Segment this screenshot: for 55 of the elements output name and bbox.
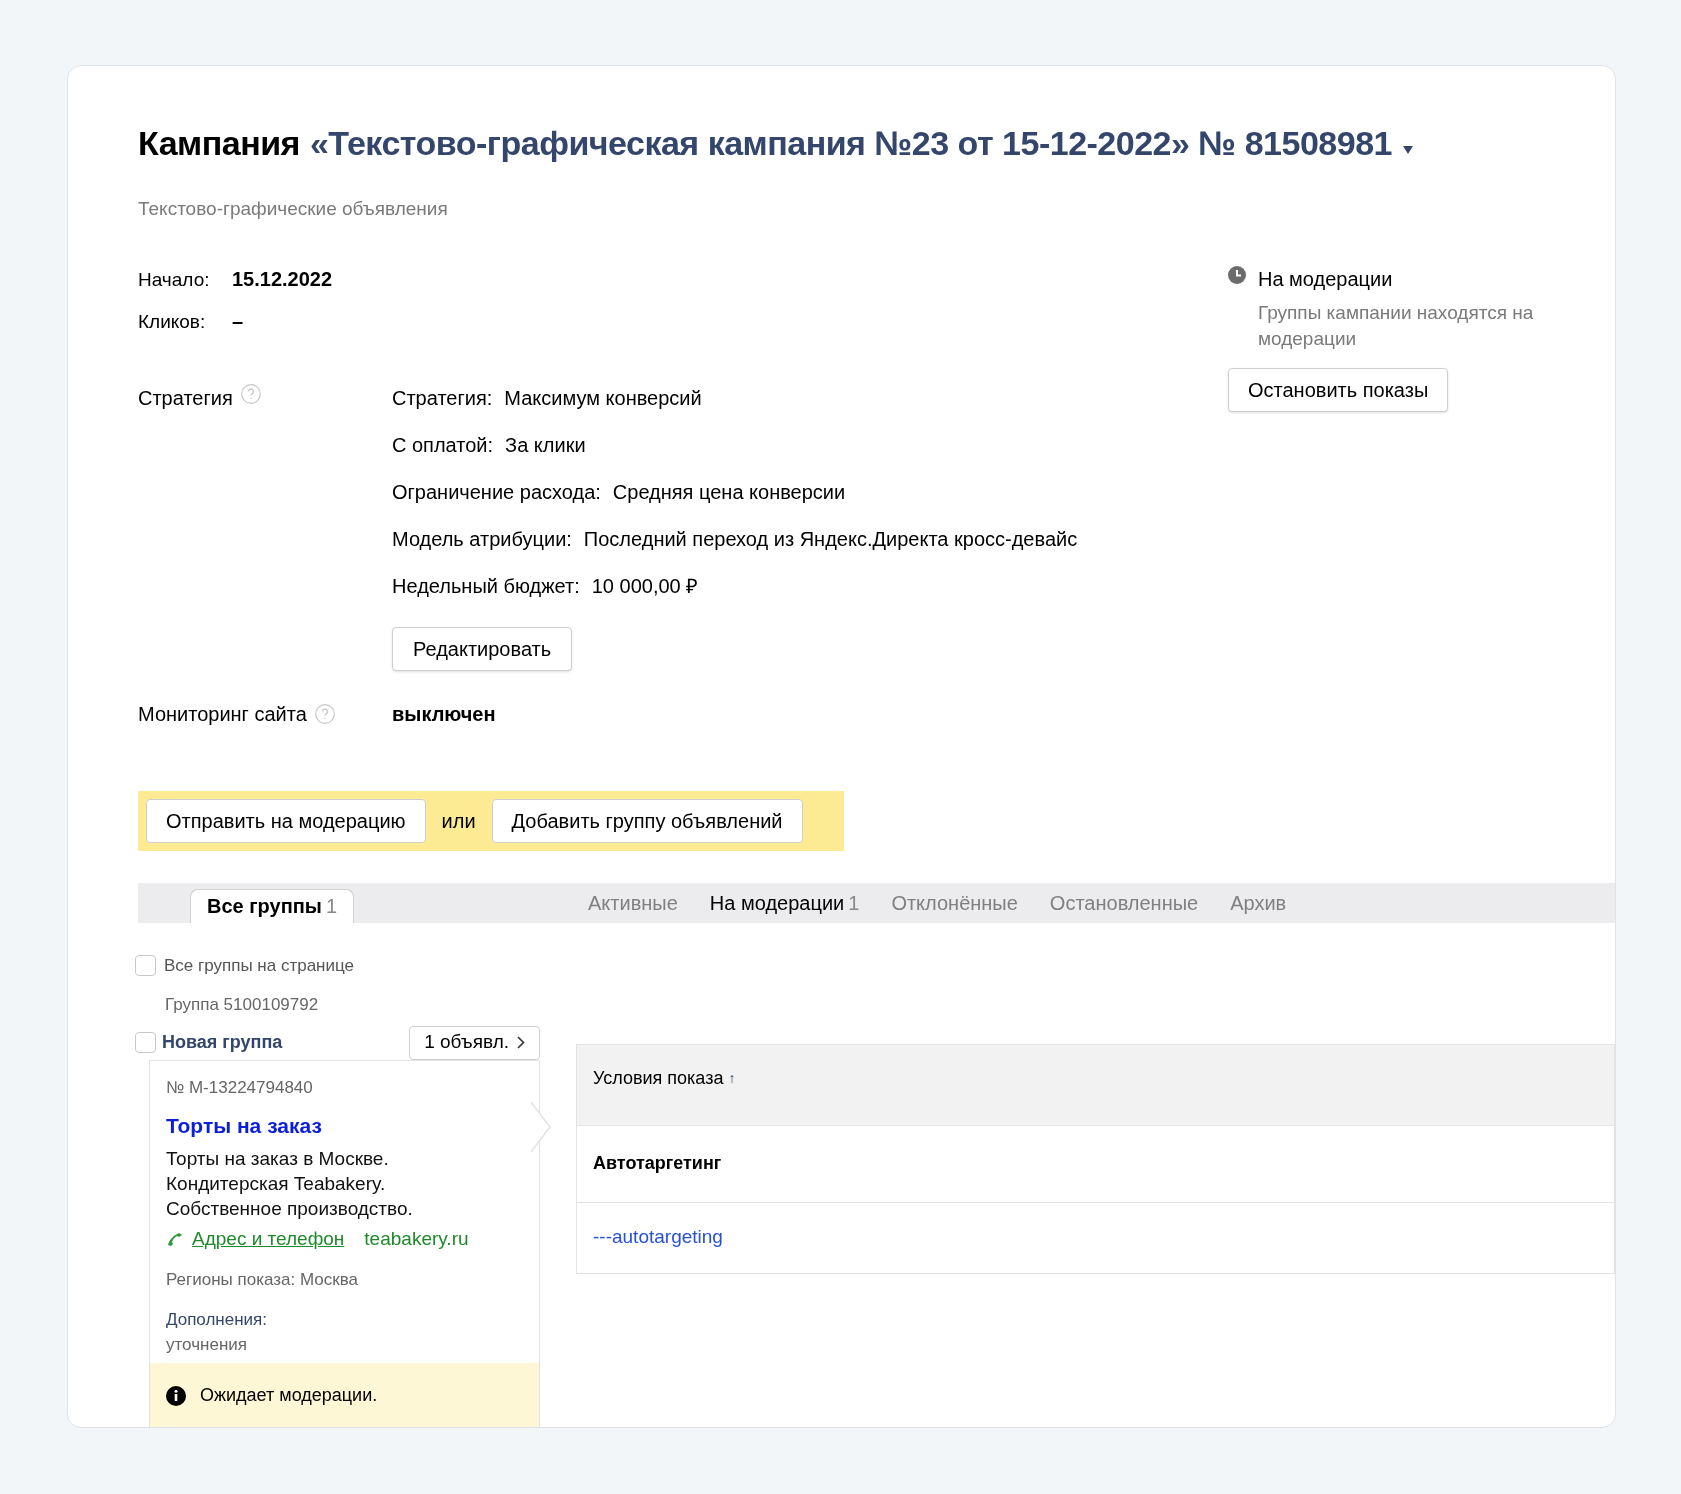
campaign-name[interactable]: «Текстово-графическая кампания №23 от 15-12-2022» № 81508981	[309, 118, 1392, 169]
strategy-label: Модель атрибуции:	[392, 526, 572, 552]
column-header[interactable]: Условия показа	[593, 1064, 724, 1092]
ads-count-button[interactable]: 1 объявл.	[409, 1025, 540, 1060]
checkbox[interactable]	[135, 954, 156, 976]
group-name-link[interactable]: Новая группа	[162, 1029, 283, 1056]
page-title: Кампания	[138, 123, 300, 164]
contacts-link[interactable]: Адрес и телефон	[192, 1224, 345, 1253]
help-icon[interactable]	[314, 703, 335, 724]
or-label: или	[441, 808, 476, 834]
edit-button[interactable]: Редактировать	[392, 626, 573, 671]
strategy-value: Последний переход из Яндекс.Директа кросс-девайс	[583, 526, 1078, 552]
strategy-label: Ограничение расхода:	[392, 479, 601, 505]
strategy-value: За клики	[505, 432, 586, 458]
clock-icon	[1228, 265, 1246, 284]
ad-domain: teabakery.ru	[364, 1226, 469, 1251]
chevron-right-icon	[517, 1036, 525, 1049]
ad-number: № M-13224794840	[166, 1076, 314, 1099]
fact-label: Начало:	[138, 267, 211, 292]
fact-value: 15.12.2022	[232, 266, 333, 292]
add-group-button[interactable]: Добавить группу объявлений	[491, 798, 803, 843]
help-icon[interactable]	[240, 383, 261, 404]
status-title: На модерации	[1258, 266, 1394, 292]
group-id: Группа 5100109792	[165, 994, 320, 1016]
sort-arrow[interactable]: ↑	[728, 1067, 736, 1089]
stop-button[interactable]: Остановить показы	[1228, 367, 1449, 412]
strategy-label: Недельный бюджет:	[392, 573, 580, 599]
send-button[interactable]: Отправить на модерацию	[146, 798, 426, 843]
section-label: Мониторинг сайта	[138, 701, 307, 727]
table-group-row-text: Автотаргетинг	[593, 1152, 722, 1175]
ad-text: Торты на заказ в Москве. Кондитерская Teabakery. Собственное производство.	[166, 1146, 414, 1221]
fact-label: Кликов:	[138, 310, 207, 334]
strategy-value: Максимум конверсий	[504, 385, 702, 411]
condition-link[interactable]: ---autotargeting	[593, 1223, 723, 1252]
extras-label: Дополнения:	[166, 1308, 269, 1331]
monitoring-status: выключен	[392, 701, 496, 727]
caret-icon[interactable]	[1402, 145, 1414, 155]
tab[interactable]: На модерации 1	[693, 882, 876, 923]
info-icon	[166, 1385, 186, 1406]
strategy-value: 10 000,00 ₽	[591, 573, 699, 599]
status-description: Группы кампании находятся на модерации	[1258, 300, 1535, 351]
strategy-value: Средняя цена конверсии	[612, 479, 846, 505]
checkbox-label: Все группы на странице	[164, 954, 354, 977]
checkbox[interactable]	[135, 1032, 156, 1053]
strategy-label: Стратегия:	[392, 385, 493, 411]
section-label: Стратегия	[138, 385, 233, 411]
ad-regions: Регионы показа: Москва	[166, 1269, 359, 1291]
ad-title-link[interactable]: Торты на заказ	[166, 1110, 523, 1142]
moderation-status: Ожидает модерации.	[200, 1384, 378, 1407]
phone-icon	[166, 1230, 184, 1247]
tab[interactable]: Все группы 1	[190, 888, 355, 923]
campaign-type: Текстово-графические объявления	[138, 197, 449, 221]
strategy-label: С оплатой:	[392, 432, 494, 458]
extras-value: уточнения	[166, 1334, 248, 1356]
fact-value: –	[232, 309, 245, 334]
